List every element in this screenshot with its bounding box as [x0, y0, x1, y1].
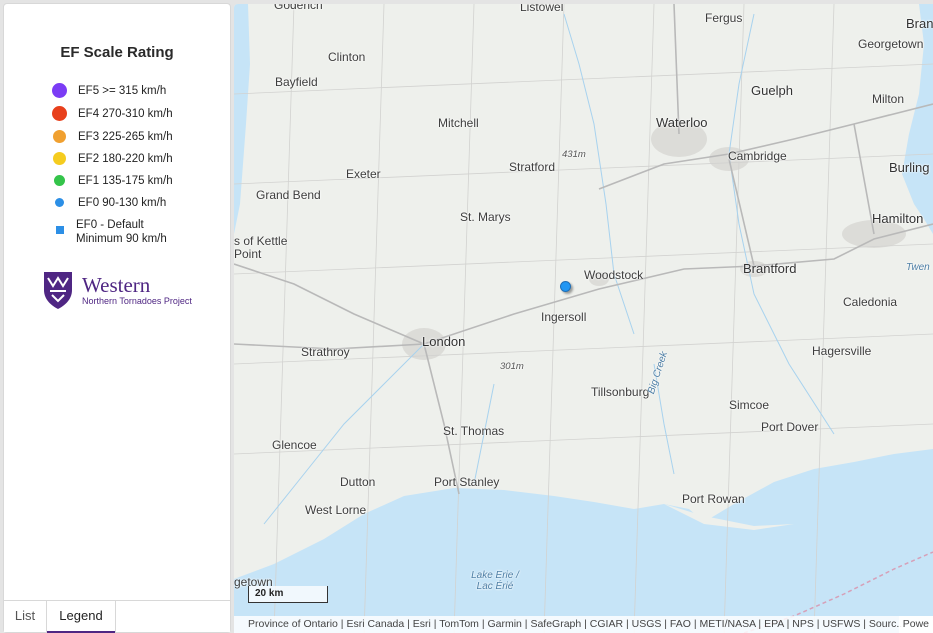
- elevation-label: 431m: [562, 149, 586, 160]
- place-label: Cambridge: [728, 149, 787, 163]
- place-label: West Lorne: [305, 503, 367, 517]
- water-label: Twen: [906, 262, 930, 273]
- place-label: Grand Bend: [256, 188, 321, 202]
- place-label: Fergus: [705, 11, 743, 25]
- place-label: Strathroy: [301, 345, 350, 359]
- western-logo: Western Northern Tornadoes Project: [42, 270, 202, 314]
- place-label: Dutton: [340, 475, 376, 489]
- place-label: Tillsonburg: [591, 385, 650, 399]
- place-label: St. Marys: [460, 210, 511, 224]
- ef2-circle-icon: [53, 152, 66, 165]
- elevation-label: 301m: [500, 361, 524, 372]
- ef4-circle-icon: [52, 106, 67, 121]
- legend-panel: EF Scale Rating EF5 >= 315 km/h EF4 270-…: [3, 3, 231, 633]
- place-label: St. Thomas: [443, 424, 505, 438]
- place-label: Glencoe: [272, 438, 317, 452]
- place-label: Point: [234, 247, 262, 261]
- ef5-circle-icon: [52, 83, 67, 98]
- logo-subtitle: Northern Tornadoes Project: [82, 296, 192, 306]
- tab-legend-label: Legend: [59, 608, 103, 623]
- western-crest-icon: [44, 272, 72, 309]
- place-label: Woodstock: [584, 268, 644, 282]
- place-label: Milton: [872, 92, 905, 106]
- place-label: Exeter: [346, 167, 381, 181]
- place-label: Listowel: [520, 4, 564, 14]
- app-root: EF Scale Rating EF5 >= 315 km/h EF4 270-…: [0, 0, 933, 633]
- place-label: Hamilton: [872, 211, 924, 226]
- place-label: Goderich: [274, 4, 323, 12]
- ef0-circle-icon: [55, 198, 64, 207]
- place-label: Clinton: [328, 50, 366, 64]
- map-attribution: Province of Ontario | Esri Canada | Esri…: [234, 616, 933, 633]
- ef0-square-icon: [56, 226, 64, 234]
- place-label: Caledonia: [843, 295, 898, 309]
- lake-label: Lake Erie / Lac Érié: [471, 570, 519, 592]
- place-label: Port Rowan: [682, 492, 745, 506]
- place-label: London: [422, 334, 466, 349]
- place-label: Port Dover: [761, 420, 819, 434]
- powered-by-link[interactable]: Powe: [898, 616, 933, 633]
- place-label: s of Kettle: [234, 234, 288, 248]
- ef1-circle-icon: [54, 175, 65, 186]
- attribution-text[interactable]: Province of Ontario | Esri Canada | Esri…: [248, 618, 905, 630]
- map-view[interactable]: Goderich Listowel Fergus Bran Georgetown…: [234, 4, 933, 633]
- place-label: Waterloo: [656, 115, 708, 130]
- place-label: Ingersoll: [541, 310, 587, 324]
- place-label: Simcoe: [729, 398, 770, 412]
- place-label: Stratford: [509, 160, 556, 174]
- place-label: Brantford: [743, 261, 797, 276]
- scale-bar: 20 km: [248, 586, 328, 603]
- place-label: Mitchell: [438, 116, 479, 130]
- place-label: Bran: [906, 16, 933, 31]
- place-label: Hagersville: [812, 344, 872, 358]
- tornado-marker-ef0[interactable]: [560, 281, 571, 292]
- logo-name: Western: [82, 273, 151, 297]
- place-label: Guelph: [751, 83, 793, 98]
- place-label: Burling: [889, 160, 930, 175]
- place-label: Bayfield: [275, 75, 318, 89]
- panel-tabs: List Legend: [4, 600, 230, 633]
- ef3-circle-icon: [53, 130, 66, 143]
- place-label: Port Stanley: [434, 475, 500, 489]
- tab-legend[interactable]: Legend: [46, 601, 116, 633]
- place-label: Georgetown: [858, 37, 924, 51]
- tab-list[interactable]: List: [4, 601, 46, 632]
- legend-title: EF Scale Rating: [60, 44, 174, 61]
